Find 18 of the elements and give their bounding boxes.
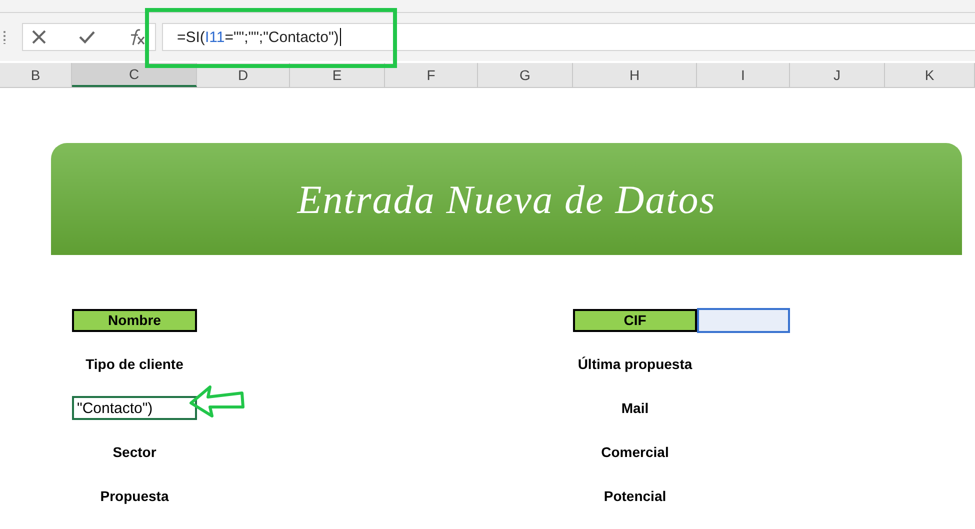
field-label: Potencial	[602, 488, 668, 504]
field-label: Mail	[620, 400, 650, 416]
field-label: Tipo de cliente	[84, 356, 184, 372]
cell-editor[interactable]: "Contacto")	[72, 396, 197, 420]
input-cell[interactable]	[697, 308, 790, 332]
column-header[interactable]: C	[72, 63, 197, 87]
field-label: Comercial	[600, 444, 670, 460]
grip-icon	[3, 30, 6, 44]
label-cell: CIF	[573, 308, 697, 332]
arrow-icon	[188, 383, 246, 419]
field-label: Sector	[112, 444, 158, 460]
field-label: Propuesta	[99, 488, 170, 504]
formula-field[interactable]: =SI(I11="";"";"Contacto")	[162, 23, 975, 51]
label-cell: Nombre	[72, 308, 197, 332]
check-icon[interactable]	[78, 29, 96, 45]
cancel-icon[interactable]	[31, 29, 47, 45]
field-label: Última propuesta	[576, 356, 694, 372]
banner-title: Entrada Nueva de Datos	[297, 176, 716, 222]
